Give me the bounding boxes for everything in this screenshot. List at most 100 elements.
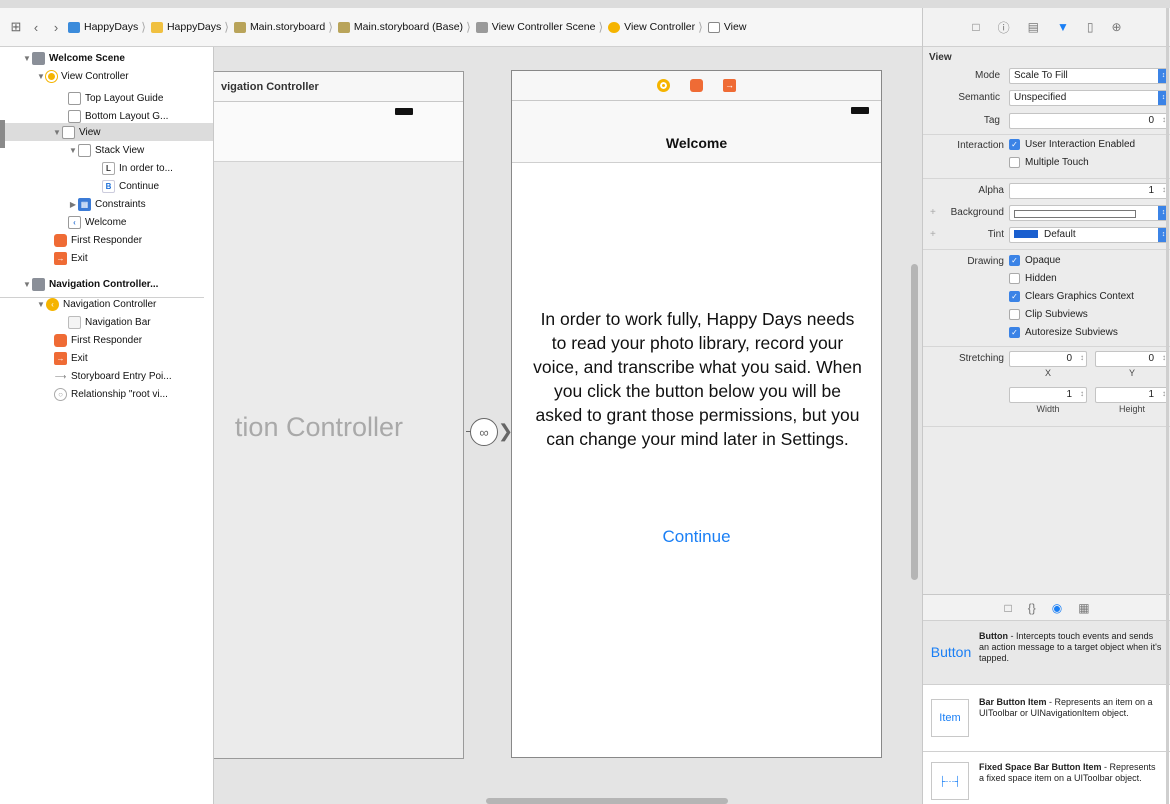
welcome-view-controller-frame[interactable]: → Welcome In order to work fully, Happy … [511, 70, 882, 758]
outline-item-navigation-controller[interactable]: ▼ ‹ Navigation Controller [36, 295, 156, 313]
library-item-fixed-space[interactable]: ├⋯┤ Fixed Space Bar Button Item - Repres… [923, 751, 1170, 804]
horizontal-scrollbar[interactable] [486, 798, 728, 804]
size-inspector-icon[interactable]: ▯ [1087, 20, 1094, 34]
navigation-title[interactable]: Welcome [512, 135, 881, 151]
breadcrumb-storyboard-base[interactable]: Main.storyboard (Base) [336, 21, 463, 33]
exit-icon[interactable]: → [723, 79, 736, 92]
object-library-icon[interactable]: ◉ [1052, 601, 1062, 615]
checkbox-label: Clip Subviews [1025, 309, 1088, 320]
stretch-x-field[interactable]: 0 ↕ [1009, 351, 1087, 367]
opaque-checkbox[interactable]: ✓ Opaque [1009, 255, 1061, 266]
outline-item-constraints[interactable]: ▶ ▦ Constraints [68, 195, 146, 213]
segue-relationship-icon[interactable]: ∞ [470, 418, 498, 446]
multiple-touch-checkbox[interactable]: Multiple Touch [1009, 157, 1089, 168]
background-label: Background [950, 207, 1004, 218]
stretch-height-field[interactable]: 1 ↕ [1095, 387, 1169, 403]
outline-item-view[interactable]: ▼ View [0, 123, 213, 141]
tag-value: 0 [1148, 115, 1154, 126]
breadcrumb-project[interactable]: HappyDays [66, 21, 138, 33]
identity-inspector-icon[interactable]: ▤ [1028, 20, 1039, 34]
permissions-label[interactable]: In order to work fully, Happy Days needs… [532, 307, 863, 451]
quick-help-icon[interactable]: ⓘ [998, 19, 1010, 36]
outline-item-welcome[interactable]: ‹ Welcome [58, 213, 127, 231]
user-interaction-checkbox[interactable]: ✓ User Interaction Enabled [1009, 139, 1135, 150]
autoresize-checkbox[interactable]: ✓ Autoresize Subviews [1009, 327, 1118, 338]
tag-field[interactable]: 0 ↕ [1009, 113, 1169, 129]
outline-item-label[interactable]: L In order to... [92, 159, 173, 177]
jump-bar: ⊞ ‹ › HappyDays ⟩ HappyDays ⟩ Main.story… [0, 8, 922, 47]
stepper-icon[interactable]: ↕ [1080, 389, 1084, 398]
outline-item-exit-2[interactable]: → Exit [44, 349, 88, 367]
checkbox-label: Hidden [1025, 273, 1057, 284]
breadcrumb-folder[interactable]: HappyDays [149, 21, 221, 33]
breadcrumb-storyboard[interactable]: Main.storyboard [232, 21, 325, 33]
mode-popup[interactable]: Scale To Fill ↕ [1009, 68, 1169, 84]
outline-item-relationship[interactable]: ○ Relationship "root vi... [44, 385, 168, 403]
disclosure-triangle-collapsed-icon[interactable]: ▶ [68, 200, 78, 209]
outline-item-top-layout-guide[interactable]: Top Layout Guide [58, 89, 163, 107]
back-arrow-icon[interactable]: ‹ [26, 20, 46, 35]
connections-inspector-icon[interactable]: ⊕ [1112, 20, 1122, 34]
alpha-field[interactable]: 1 ↕ [1009, 183, 1169, 199]
outline-item-continue-button[interactable]: B Continue [92, 177, 159, 195]
breadcrumb-scene[interactable]: View Controller Scene [474, 21, 595, 33]
outline-item-exit[interactable]: → Exit [44, 249, 88, 267]
breadcrumb-view[interactable]: View [706, 21, 747, 33]
library-item-button[interactable]: Button Button - Intercepts touch events … [923, 620, 1170, 684]
semantic-label: Semantic [958, 92, 1000, 103]
library-item-bar-button[interactable]: Item Bar Button Item - Represents an ite… [923, 684, 1170, 751]
outline-item-navigation-scene[interactable]: ▼ Navigation Controller... [22, 275, 158, 293]
background-color-popup[interactable]: ↕ [1009, 205, 1169, 221]
view-controller-icon[interactable] [657, 79, 670, 92]
window-top-strip [0, 0, 1170, 8]
storyboard-canvas[interactable]: vigation Controller tion Controller ∞ ❯ … [214, 47, 922, 804]
stepper-icon[interactable]: ↕ [1080, 353, 1084, 362]
outline-item-stack-view[interactable]: ▼ Stack View [68, 141, 144, 159]
stretch-width-field[interactable]: 1 ↕ [1009, 387, 1087, 403]
hidden-checkbox[interactable]: Hidden [1009, 273, 1057, 284]
stretch-y-field[interactable]: 0 ↕ [1095, 351, 1169, 367]
file-inspector-icon[interactable]: □ [972, 20, 979, 34]
disclosure-triangle-icon[interactable]: ▼ [36, 300, 46, 309]
outline-item-first-responder[interactable]: First Responder [44, 231, 142, 249]
outline-item-navigation-bar[interactable]: Navigation Bar [58, 313, 151, 331]
clip-subviews-checkbox[interactable]: Clip Subviews [1009, 309, 1088, 320]
media-library-icon[interactable]: ▦ [1078, 601, 1089, 615]
first-responder-icon[interactable] [690, 79, 703, 92]
outline-item-welcome-scene[interactable]: ▼ Welcome Scene [22, 49, 125, 67]
outline-item-view-controller[interactable]: ▼ View Controller [36, 67, 129, 85]
view-icon [62, 125, 75, 139]
add-variation-icon[interactable]: + [930, 207, 936, 218]
breadcrumb-view-controller[interactable]: View Controller [606, 21, 695, 33]
tint-label: Tint [987, 229, 1004, 240]
forward-arrow-icon[interactable]: › [46, 20, 66, 35]
disclosure-triangle-icon[interactable]: ▼ [36, 72, 46, 81]
breadcrumb-label: HappyDays [166, 21, 222, 33]
code-snippet-library-icon[interactable]: {} [1028, 601, 1036, 615]
attributes-inspector: □ ⓘ ▤ ▼ ▯ ⊕ View Mode Scale To Fill ↕ Sem… [922, 8, 1170, 804]
inspector-scrollbar[interactable] [1166, 8, 1169, 804]
related-items-icon[interactable]: ⊞ [6, 19, 26, 35]
clears-context-checkbox[interactable]: ✓ Clears Graphics Context [1009, 291, 1134, 302]
disclosure-triangle-icon[interactable]: ▼ [52, 128, 62, 137]
navigation-bar: Welcome [512, 101, 881, 163]
stretch-y-value: 0 [1148, 353, 1154, 364]
vertical-scrollbar[interactable] [911, 264, 918, 580]
attributes-inspector-icon[interactable]: ▼ [1057, 20, 1069, 34]
entry-arrow-icon: ⟶ [54, 371, 67, 381]
breadcrumb-label: View [723, 21, 747, 33]
outline-item-first-responder-2[interactable]: First Responder [44, 331, 142, 349]
outline-item-entry-point[interactable]: ⟶ Storyboard Entry Poi... [44, 367, 172, 385]
disclosure-triangle-icon[interactable]: ▼ [68, 146, 78, 155]
continue-button[interactable]: Continue [512, 527, 881, 547]
alpha-label: Alpha [978, 185, 1004, 196]
add-variation-icon[interactable]: + [930, 229, 936, 240]
label-icon: L [102, 161, 115, 175]
tint-color-popup[interactable]: Default ↕ [1009, 227, 1169, 243]
file-template-library-icon[interactable]: □ [1004, 601, 1011, 615]
disclosure-triangle-icon[interactable]: ▼ [22, 54, 32, 63]
breadcrumb-separator-icon: ⟩ [598, 20, 604, 34]
navigation-controller-frame[interactable]: vigation Controller tion Controller [214, 71, 464, 759]
disclosure-triangle-icon[interactable]: ▼ [22, 280, 32, 289]
semantic-popup[interactable]: Unspecified ↕ [1009, 90, 1169, 106]
